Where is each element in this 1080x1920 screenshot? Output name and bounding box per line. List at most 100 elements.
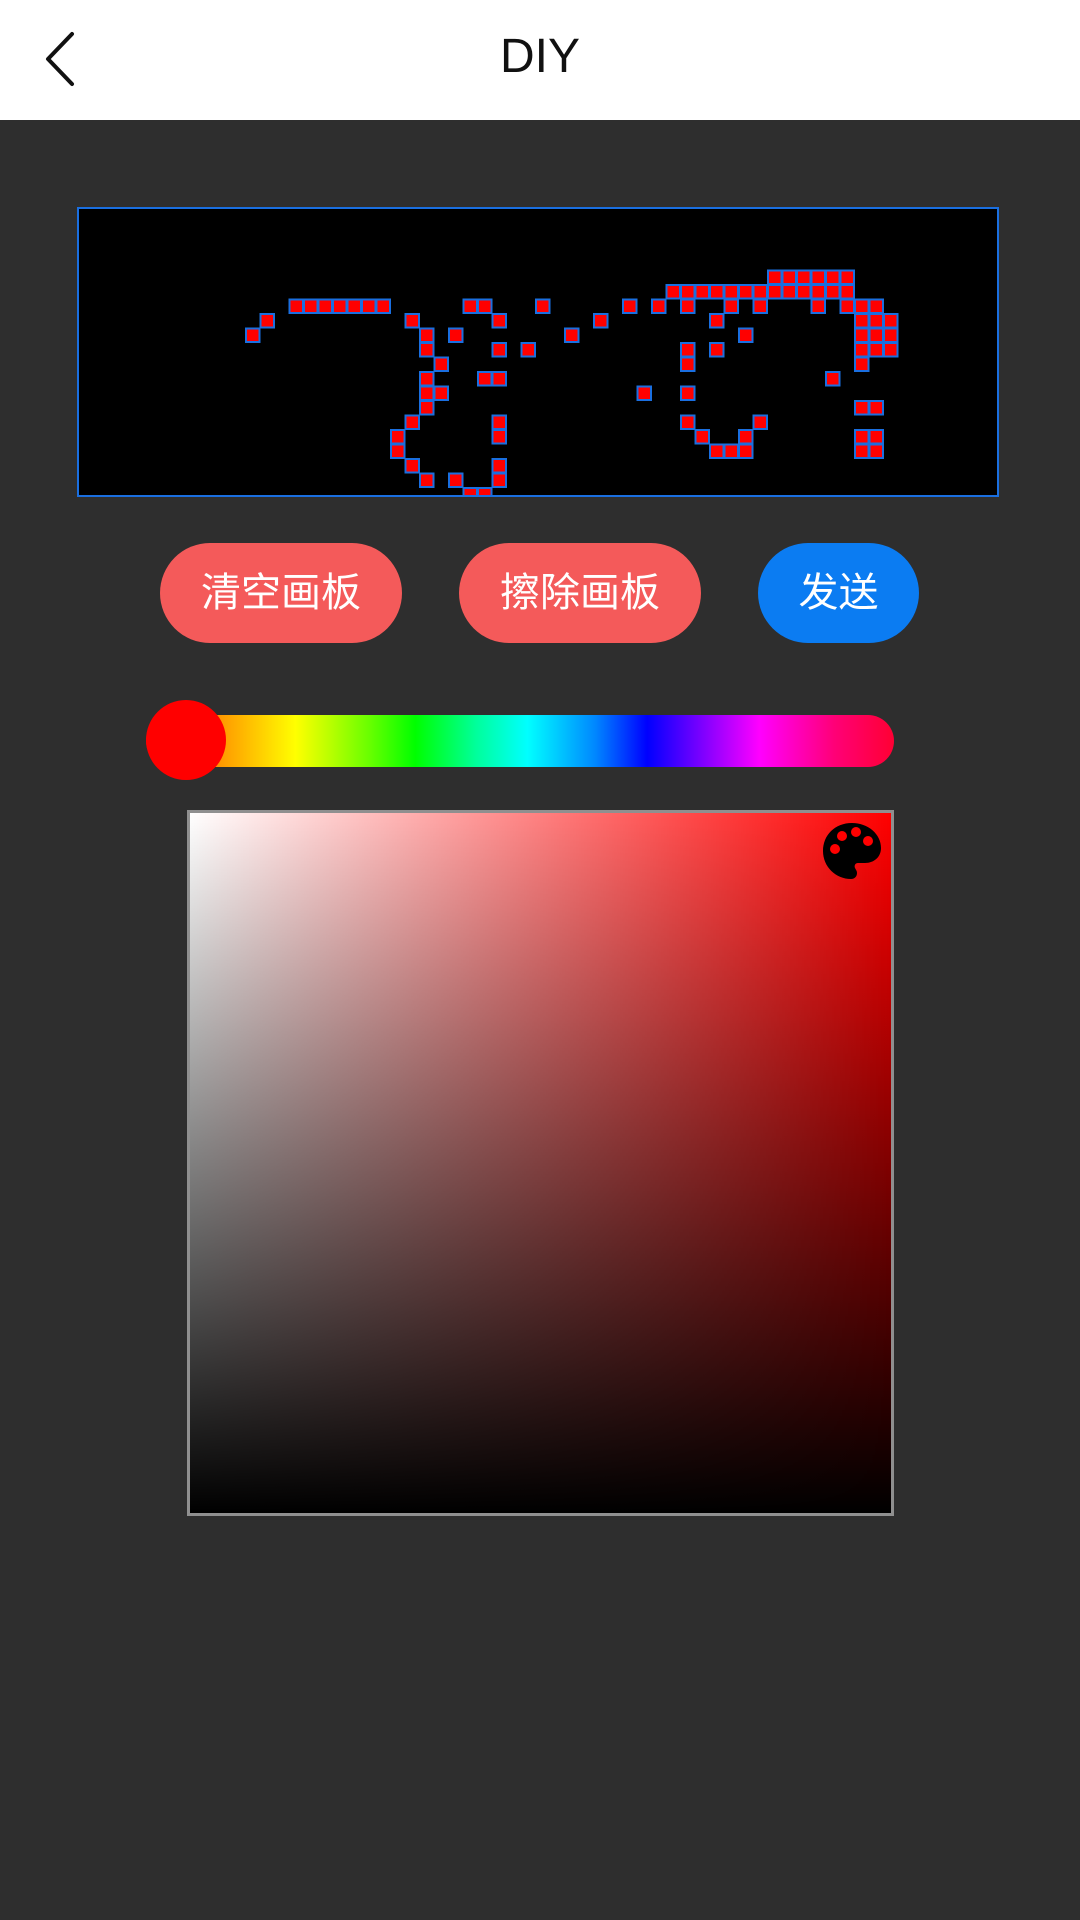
lit-pixel[interactable]: [723, 443, 739, 459]
lit-pixel[interactable]: [651, 298, 667, 314]
lit-pixel[interactable]: [680, 342, 696, 358]
lit-pixel[interactable]: [419, 385, 435, 401]
lit-pixel[interactable]: [419, 472, 435, 488]
lit-pixel[interactable]: [593, 313, 609, 329]
pixel-grid[interactable]: [79, 209, 997, 495]
lit-pixel[interactable]: [854, 327, 870, 343]
lit-pixel[interactable]: [868, 327, 884, 343]
lit-pixel[interactable]: [810, 298, 826, 314]
lit-pixel[interactable]: [781, 269, 797, 285]
lit-pixel[interactable]: [738, 284, 754, 300]
lit-pixel[interactable]: [868, 313, 884, 329]
lit-pixel[interactable]: [868, 443, 884, 459]
lit-pixel[interactable]: [868, 298, 884, 314]
lit-pixel[interactable]: [491, 429, 507, 445]
saturation-value-picker[interactable]: [187, 810, 894, 1516]
lit-pixel[interactable]: [491, 342, 507, 358]
lit-pixel[interactable]: [433, 356, 449, 372]
lit-pixel[interactable]: [288, 298, 304, 314]
lit-pixel[interactable]: [390, 429, 406, 445]
lit-pixel[interactable]: [709, 313, 725, 329]
lit-pixel[interactable]: [868, 342, 884, 358]
lit-pixel[interactable]: [752, 284, 768, 300]
lit-pixel[interactable]: [419, 371, 435, 387]
lit-pixel[interactable]: [665, 284, 681, 300]
lit-pixel[interactable]: [491, 414, 507, 430]
lit-pixel[interactable]: [433, 385, 449, 401]
lit-pixel[interactable]: [781, 284, 797, 300]
lit-pixel[interactable]: [332, 298, 348, 314]
lit-pixel[interactable]: [883, 313, 899, 329]
lit-pixel[interactable]: [346, 298, 362, 314]
lit-pixel[interactable]: [709, 443, 725, 459]
lit-pixel[interactable]: [680, 385, 696, 401]
lit-pixel[interactable]: [535, 298, 551, 314]
lit-pixel[interactable]: [520, 342, 536, 358]
lit-pixel[interactable]: [868, 400, 884, 416]
lit-pixel[interactable]: [477, 298, 493, 314]
lit-pixel[interactable]: [419, 400, 435, 416]
lit-pixel[interactable]: [883, 342, 899, 358]
lit-pixel[interactable]: [477, 487, 493, 495]
lit-pixel[interactable]: [564, 327, 580, 343]
lit-pixel[interactable]: [738, 327, 754, 343]
lit-pixel[interactable]: [636, 385, 652, 401]
lit-pixel[interactable]: [723, 284, 739, 300]
lit-pixel[interactable]: [738, 443, 754, 459]
lit-pixel[interactable]: [680, 284, 696, 300]
lit-pixel[interactable]: [245, 327, 261, 343]
lit-pixel[interactable]: [854, 443, 870, 459]
lit-pixel[interactable]: [839, 298, 855, 314]
lit-pixel[interactable]: [810, 284, 826, 300]
lit-pixel[interactable]: [491, 371, 507, 387]
lit-pixel[interactable]: [810, 269, 826, 285]
lit-pixel[interactable]: [491, 313, 507, 329]
lit-pixel[interactable]: [419, 327, 435, 343]
lit-pixel[interactable]: [361, 298, 377, 314]
lit-pixel[interactable]: [694, 284, 710, 300]
lit-pixel[interactable]: [680, 298, 696, 314]
lit-pixel[interactable]: [839, 284, 855, 300]
lit-pixel[interactable]: [723, 298, 739, 314]
lit-pixel[interactable]: [404, 313, 420, 329]
lit-pixel[interactable]: [854, 429, 870, 445]
lit-pixel[interactable]: [303, 298, 319, 314]
palette-icon[interactable]: [821, 821, 883, 883]
lit-pixel[interactable]: [419, 342, 435, 358]
lit-pixel[interactable]: [680, 356, 696, 372]
lit-pixel[interactable]: [448, 327, 464, 343]
lit-pixel[interactable]: [883, 327, 899, 343]
clear-canvas-button[interactable]: 清空画板: [160, 543, 402, 643]
hue-slider-track[interactable]: [146, 715, 894, 767]
lit-pixel[interactable]: [796, 269, 812, 285]
lit-pixel[interactable]: [390, 443, 406, 459]
lit-pixel[interactable]: [404, 458, 420, 474]
lit-pixel[interactable]: [477, 371, 493, 387]
lit-pixel[interactable]: [448, 472, 464, 488]
lit-pixel[interactable]: [680, 414, 696, 430]
lit-pixel[interactable]: [622, 298, 638, 314]
lit-pixel[interactable]: [738, 429, 754, 445]
lit-pixel[interactable]: [259, 313, 275, 329]
lit-pixel[interactable]: [317, 298, 333, 314]
lit-pixel[interactable]: [839, 269, 855, 285]
hue-slider-thumb[interactable]: [146, 700, 226, 780]
lit-pixel[interactable]: [491, 472, 507, 488]
lit-pixel[interactable]: [868, 429, 884, 445]
lit-pixel[interactable]: [767, 284, 783, 300]
lit-pixel[interactable]: [752, 298, 768, 314]
lit-pixel[interactable]: [752, 414, 768, 430]
lit-pixel[interactable]: [854, 356, 870, 372]
lit-pixel[interactable]: [404, 414, 420, 430]
erase-canvas-button[interactable]: 擦除画板: [459, 543, 701, 643]
lit-pixel[interactable]: [854, 298, 870, 314]
lit-pixel[interactable]: [375, 298, 391, 314]
lit-pixel[interactable]: [796, 284, 812, 300]
lit-pixel[interactable]: [854, 342, 870, 358]
lit-pixel[interactable]: [854, 400, 870, 416]
lit-pixel[interactable]: [709, 284, 725, 300]
lit-pixel[interactable]: [462, 298, 478, 314]
lit-pixel[interactable]: [767, 269, 783, 285]
lit-pixel[interactable]: [854, 313, 870, 329]
lit-pixel[interactable]: [825, 371, 841, 387]
